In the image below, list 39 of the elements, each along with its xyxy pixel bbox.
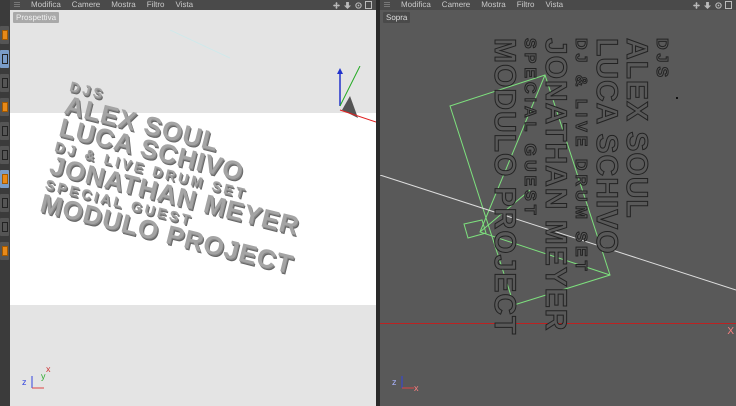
3d-text-outline: DJS xyxy=(652,38,671,84)
grip-icon xyxy=(384,2,390,8)
square-icon[interactable] xyxy=(725,1,732,9)
arrow-down-icon[interactable] xyxy=(344,2,351,8)
square-icon[interactable] xyxy=(365,1,372,9)
menu-item[interactable]: Mostra xyxy=(481,0,506,10)
menu-item[interactable]: Vista xyxy=(545,0,564,10)
rotate-icon[interactable] xyxy=(355,2,362,8)
menu-item[interactable]: Mostra xyxy=(111,0,136,10)
tool-icon[interactable] xyxy=(0,50,9,68)
point-marker xyxy=(676,97,678,99)
viewport-label[interactable]: Sopra xyxy=(383,12,410,23)
menu-item[interactable]: Filtro xyxy=(146,0,164,10)
move-icon[interactable] xyxy=(693,2,700,8)
tool-icon[interactable] xyxy=(0,26,9,44)
menu-item[interactable]: Filtro xyxy=(516,0,534,10)
axis-label: x xyxy=(414,384,418,393)
menu-item[interactable]: Modifica xyxy=(401,0,431,10)
3d-text-outline: ALEX SOUL xyxy=(621,38,651,221)
move-icon[interactable] xyxy=(333,2,340,8)
3d-text-outline: JONATHAN MEYER xyxy=(540,38,570,334)
menu-item[interactable]: Camere xyxy=(442,0,470,10)
rotate-icon[interactable] xyxy=(715,2,722,8)
tool-icon[interactable] xyxy=(0,98,9,116)
3d-text-outline: DJ & LIVE DRUM SET xyxy=(571,38,590,276)
axis-label: x xyxy=(46,365,50,374)
arrow-down-icon[interactable] xyxy=(704,2,711,8)
menu-item[interactable]: Vista xyxy=(175,0,194,10)
axis-label: z xyxy=(22,378,26,387)
axis-label: X xyxy=(727,326,734,337)
grip-icon xyxy=(14,2,20,8)
3d-text-outline: MODULO PROJECT xyxy=(489,38,519,336)
menu-item[interactable]: Camere xyxy=(72,0,100,10)
3d-text-outline: SPECIAL GUEST xyxy=(520,38,539,221)
axis-label: y xyxy=(41,372,46,381)
menu-item[interactable]: Modifica xyxy=(31,0,61,10)
tool-icon[interactable] xyxy=(0,242,9,260)
axis-label: z xyxy=(392,378,396,387)
3d-text-outline: LUCA SCHIVO xyxy=(591,38,621,257)
